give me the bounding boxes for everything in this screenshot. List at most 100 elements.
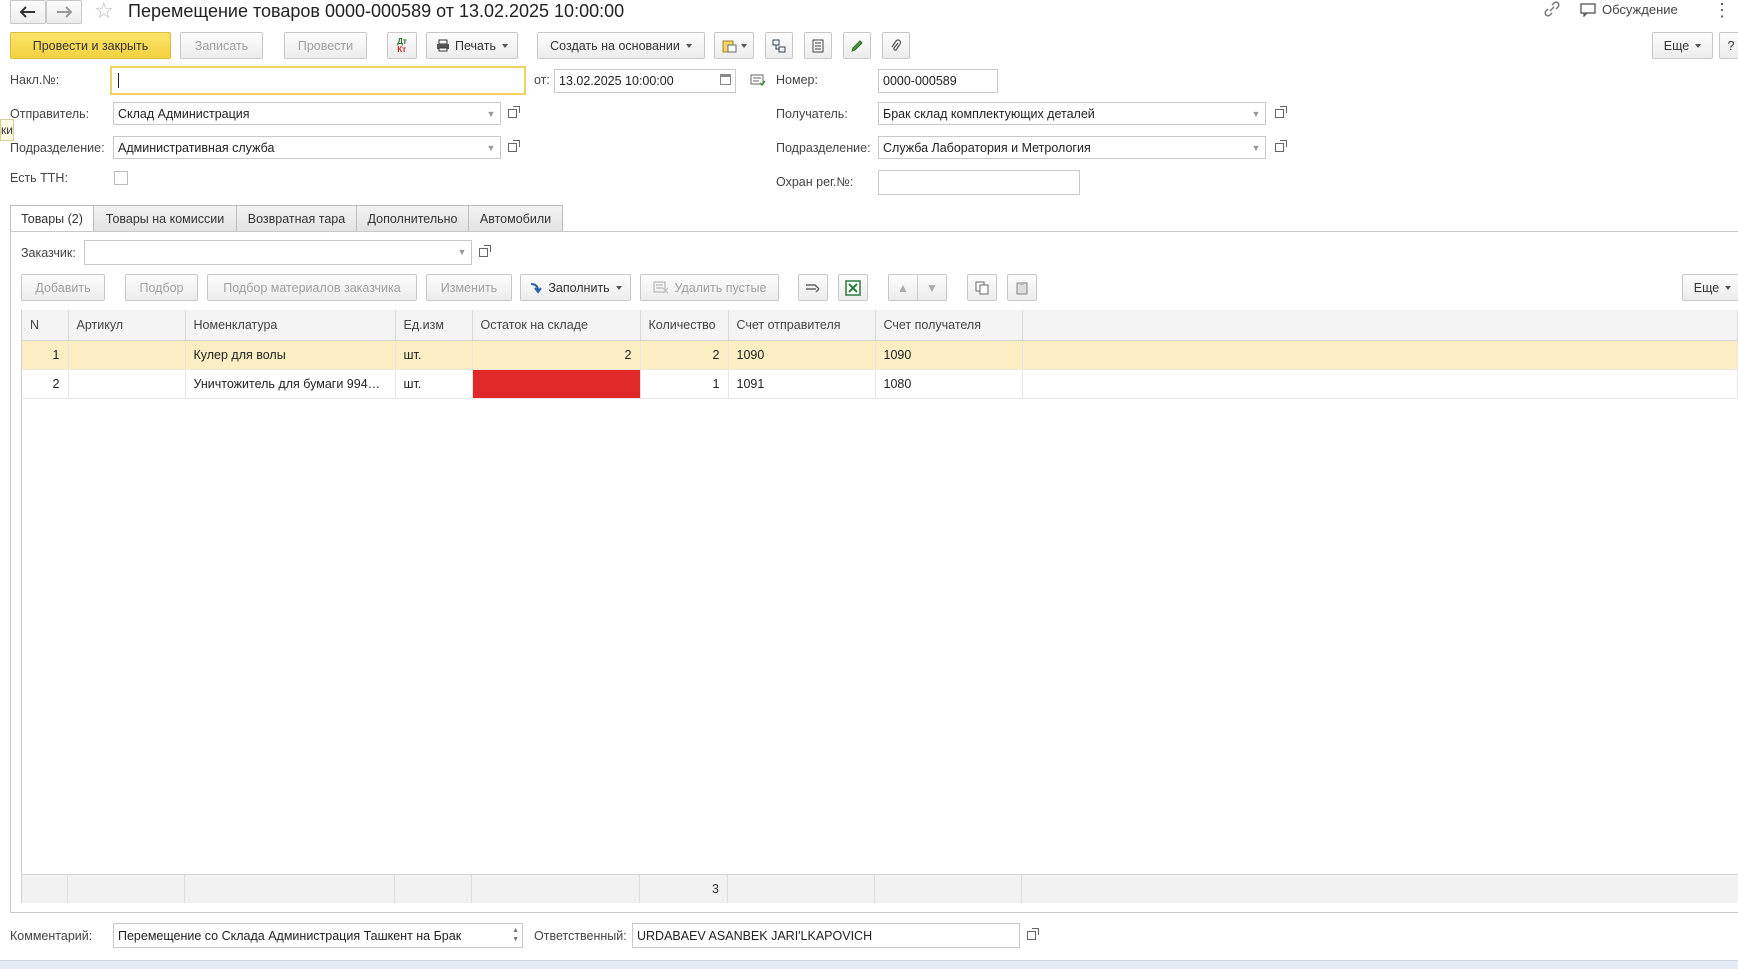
calendar-icon[interactable]	[720, 74, 731, 85]
excel-icon	[845, 279, 861, 296]
discussion-button[interactable]: Обсуждение	[1580, 2, 1678, 17]
column-header-receiver-account[interactable]: Счет получателя	[875, 310, 1023, 341]
table-row[interactable]: 2 Уничтожитель для бумаги 994… шт. 1 109…	[22, 369, 1738, 399]
number-input[interactable]: 0000-000589	[878, 69, 998, 93]
transfer-button[interactable]	[798, 274, 828, 301]
comment-label: Комментарий:	[10, 929, 93, 943]
printer-icon	[437, 39, 450, 52]
more-button[interactable]: Еще	[1652, 32, 1713, 59]
cell-quantity[interactable]: 1	[640, 369, 729, 399]
sender-value: Склад Администрация	[118, 106, 250, 121]
excel-button[interactable]	[838, 274, 868, 301]
add-row-button[interactable]: Добавить	[21, 274, 105, 301]
customer-select[interactable]: ▼	[84, 240, 472, 265]
chevron-down-icon[interactable]: ▼	[482, 137, 500, 158]
date-input[interactable]: 13.02.2025 10:00:00	[554, 69, 736, 93]
pick-customer-materials-button[interactable]: Подбор материалов заказчика	[207, 274, 417, 301]
table-row[interactable]: 1 Кулер для волы шт. 2 2 1090 1090	[22, 340, 1738, 370]
tab-commission-goods[interactable]: Товары на комиссии	[93, 205, 237, 231]
comment-input[interactable]: Перемещение со Склада Администрация Ташк…	[113, 923, 523, 948]
responsible-input[interactable]: URDABAEV ASANBEK JARI'LKAPOVICH	[632, 923, 1020, 948]
cell-stock[interactable]: 2	[472, 340, 641, 370]
tab-returnable-tare[interactable]: Возвратная тара	[236, 205, 357, 231]
fill-arrow-icon	[531, 282, 543, 294]
guard-input[interactable]	[878, 170, 1080, 195]
link-icon[interactable]	[1544, 1, 1560, 22]
column-header-sender-account[interactable]: Счет отправителя	[728, 310, 876, 341]
structure-button[interactable]	[765, 32, 793, 59]
sender-dept-select[interactable]: Административная служба ▼	[113, 136, 501, 159]
accounting-entries-button[interactable]: Дт Кт	[387, 32, 417, 59]
chevron-down-icon[interactable]: ▼	[1247, 103, 1265, 124]
forward-button[interactable]	[46, 0, 82, 24]
invoice-input[interactable]	[110, 66, 526, 95]
receiver-label: Получатель:	[776, 107, 848, 121]
receiver-dept-select[interactable]: Служба Лаборатория и Метрология ▼	[878, 136, 1266, 159]
cell-sender-account[interactable]: 1090	[728, 340, 876, 370]
column-header-quantity[interactable]: Количество	[640, 310, 729, 341]
open-sender-dept-icon[interactable]	[503, 136, 521, 159]
create-based-on-button[interactable]: Создать на основании	[537, 32, 705, 59]
cell-n[interactable]: 1	[22, 340, 69, 370]
chevron-down-icon[interactable]: ▼	[453, 241, 471, 262]
tab-goods[interactable]: Товары (2)	[10, 205, 94, 232]
arrow-down-icon: ▼	[926, 280, 938, 295]
cell-article[interactable]	[68, 340, 186, 370]
delete-empty-button[interactable]: Удалить пустые	[640, 274, 779, 301]
pick-button[interactable]: Подбор	[125, 274, 198, 301]
cell-n[interactable]: 2	[22, 369, 69, 399]
receiver-select[interactable]: Брак склад комплектующих деталей ▼	[878, 102, 1266, 125]
paste-button[interactable]	[1007, 274, 1037, 301]
chevron-down-icon[interactable]: ▼	[1247, 137, 1265, 158]
back-button[interactable]	[10, 0, 46, 24]
responsible-value: URDABAEV ASANBEK JARI'LKAPOVICH	[637, 928, 873, 943]
related-docs-button[interactable]	[714, 32, 754, 59]
cell-quantity[interactable]: 2	[640, 340, 729, 370]
discussion-label: Обсуждение	[1602, 2, 1678, 17]
attach-button[interactable]	[882, 32, 910, 59]
chevron-down-icon[interactable]: ▼	[482, 103, 500, 124]
favorite-star-icon[interactable]: ☆	[94, 0, 114, 22]
cell-sender-account[interactable]: 1091	[728, 369, 876, 399]
move-down-button[interactable]: ▼	[917, 274, 947, 301]
cell-receiver-account[interactable]: 1090	[875, 340, 1023, 370]
column-header-nomenclature[interactable]: Номенклатура	[185, 310, 396, 341]
side-tooltip-text: ки	[1, 123, 13, 137]
spin-icon[interactable]: ▲ ▼	[512, 926, 519, 944]
edit-button[interactable]	[843, 32, 871, 59]
goods-more-button[interactable]: Еще	[1682, 274, 1738, 301]
open-responsible-icon[interactable]	[1022, 924, 1040, 947]
cell-article[interactable]	[68, 369, 186, 399]
ttn-checkbox[interactable]	[114, 171, 128, 185]
print-button[interactable]: Печать	[426, 32, 518, 59]
column-header-n[interactable]: N	[22, 310, 69, 341]
post-button[interactable]: Провести	[284, 32, 367, 59]
column-header-article[interactable]: Артикул	[68, 310, 186, 341]
column-header-stock[interactable]: Остаток на складе	[472, 310, 641, 341]
cell-receiver-account[interactable]: 1080	[875, 369, 1023, 399]
dt-kt-icon: Дт Кт	[397, 36, 407, 54]
open-sender-icon[interactable]	[503, 102, 521, 125]
cell-unit[interactable]: шт.	[395, 340, 473, 370]
post-and-close-button[interactable]: Провести и закрыть	[10, 32, 171, 59]
tab-cars[interactable]: Автомобили	[468, 205, 563, 231]
help-button[interactable]: ?	[1719, 32, 1738, 59]
list-button[interactable]	[804, 32, 832, 59]
save-button[interactable]: Записать	[180, 32, 263, 59]
cell-nomenclature[interactable]: Кулер для волы	[185, 340, 396, 370]
open-receiver-dept-icon[interactable]	[1270, 136, 1288, 159]
cell-stock-alert[interactable]	[472, 369, 641, 399]
fill-button[interactable]: Заполнить	[520, 274, 631, 301]
copy-icon	[975, 281, 989, 294]
column-header-unit[interactable]: Ед.изм	[395, 310, 473, 341]
move-up-button[interactable]: ▲	[888, 274, 918, 301]
edit-row-button[interactable]: Изменить	[426, 274, 512, 301]
open-customer-icon[interactable]	[474, 241, 492, 264]
menu-dots-icon[interactable]: ⋮	[1713, 0, 1731, 21]
sender-select[interactable]: Склад Администрация ▼	[113, 102, 501, 125]
open-receiver-icon[interactable]	[1270, 102, 1288, 125]
cell-unit[interactable]: шт.	[395, 369, 473, 399]
copy-button[interactable]	[967, 274, 997, 301]
cell-nomenclature[interactable]: Уничтожитель для бумаги 994…	[185, 369, 396, 399]
tab-additional[interactable]: Дополнительно	[356, 205, 469, 231]
